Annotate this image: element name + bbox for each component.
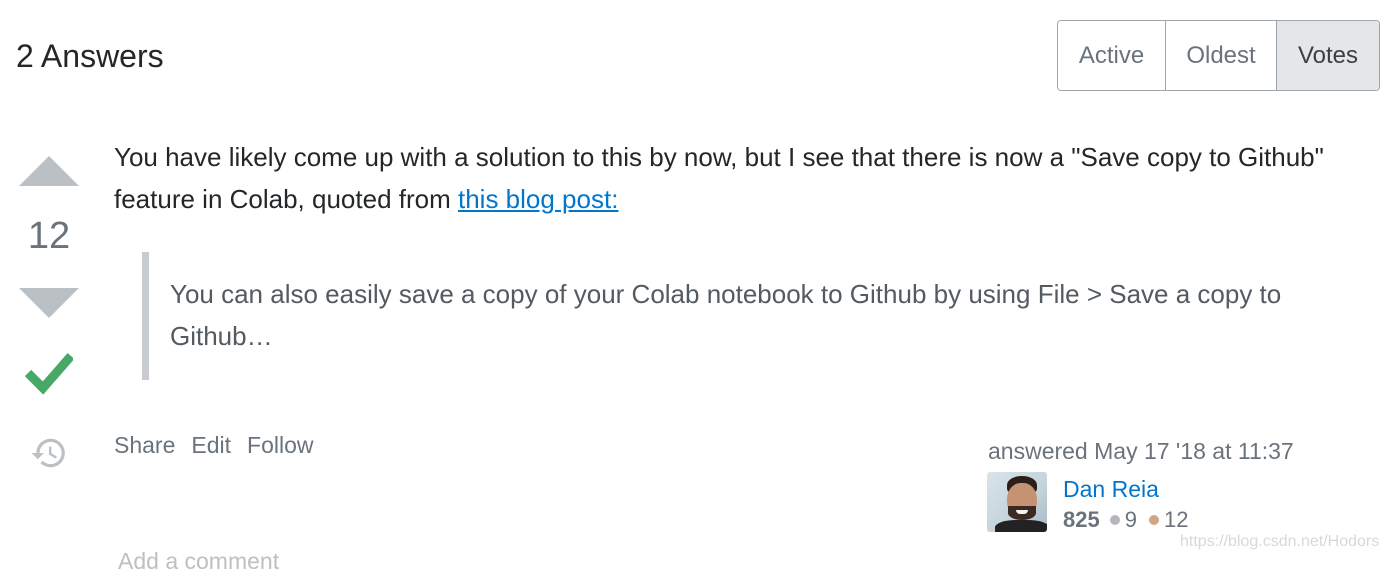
user-name-link[interactable]: Dan Reia [1063,475,1159,503]
tab-oldest[interactable]: Oldest [1165,21,1276,90]
accepted-checkmark-icon [25,353,73,395]
user-stats: 825 9 12 [1063,506,1200,534]
avatar[interactable] [987,472,1047,532]
post-menu: Share Edit Follow [114,430,313,460]
answer-paragraph: You have likely come up with a solution … [114,136,1354,220]
add-comment-link[interactable]: Add a comment [118,546,279,576]
answer-body: You have likely come up with a solution … [114,136,1354,220]
follow-link[interactable]: Follow [247,430,313,460]
watermark: https://blog.csdn.net/Hodors [1180,533,1380,550]
avatar-shirt [995,520,1047,532]
tab-votes[interactable]: Votes [1276,21,1379,90]
answer-sort-tabs: Active Oldest Votes [1057,20,1380,91]
reputation-score: 825 [1063,507,1100,532]
answers-count-title: 2 Answers [16,38,164,74]
vote-down-arrow-icon[interactable] [19,288,79,318]
vote-count: 12 [27,215,71,257]
bronze-badge-count: 12 [1163,507,1189,532]
share-link[interactable]: Share [114,430,175,460]
tab-active[interactable]: Active [1058,21,1165,90]
bronze-badge-icon [1148,515,1159,525]
edit-link[interactable]: Edit [191,430,231,460]
history-icon[interactable] [30,434,68,472]
answered-timestamp: answered May 17 '18 at 11:37 [988,438,1294,464]
vote-up-arrow-icon[interactable] [19,156,79,186]
answer-text: You have likely come up with a solution … [114,142,1324,214]
blog-post-link[interactable]: this blog post: [458,184,618,214]
silver-badge-icon [1109,515,1120,525]
silver-badge-count: 9 [1124,507,1137,532]
blockquote: You can also easily save a copy of your … [142,252,1312,380]
